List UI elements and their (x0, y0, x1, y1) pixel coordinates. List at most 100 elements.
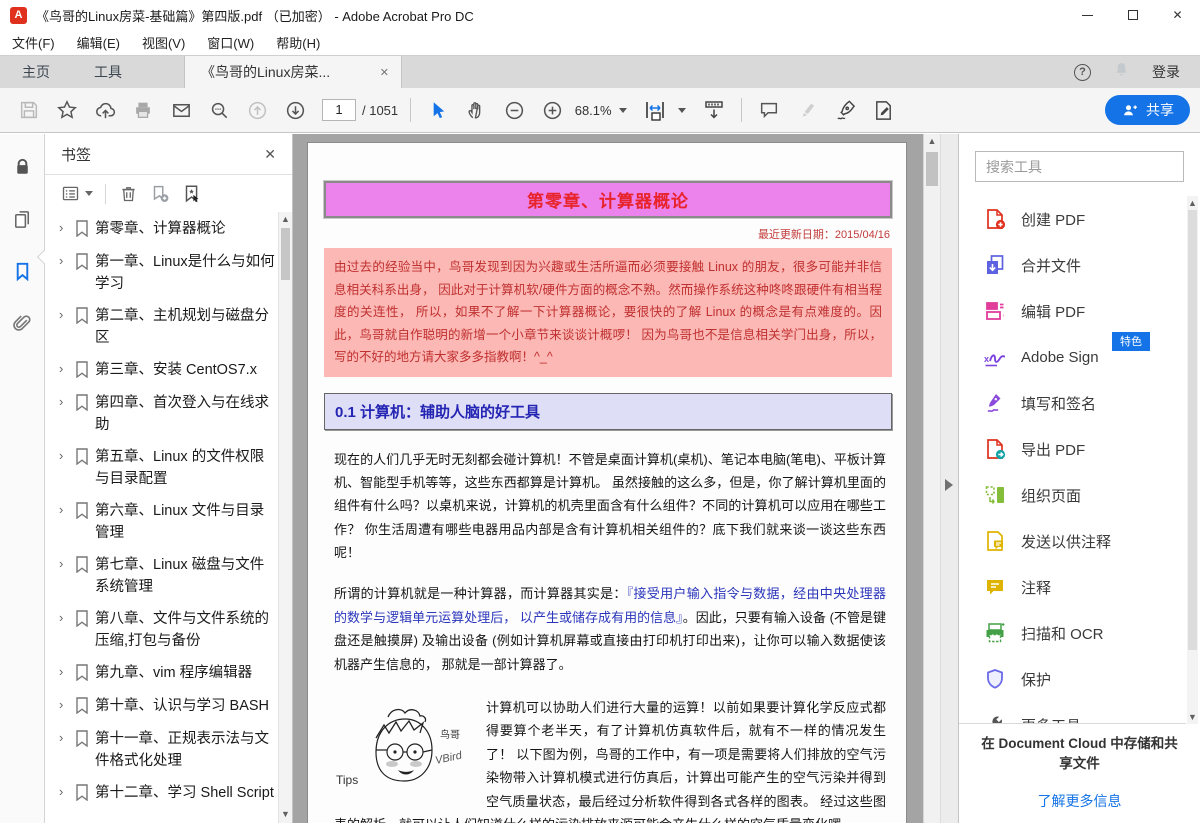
tool-send-for-comments[interactable]: 发送以供注释 (959, 518, 1186, 564)
scrollbar-thumb[interactable] (1188, 210, 1197, 650)
expand-chevron-icon[interactable]: › (59, 695, 75, 719)
bookmark-item[interactable]: › 第五章、Linux 的文件权限与目录配置 (59, 446, 276, 491)
bookmark-item[interactable]: › 第零章、计算器概论 (59, 218, 276, 242)
security-lock-icon[interactable] (11, 156, 34, 184)
search-tools-input[interactable] (975, 151, 1184, 182)
tab-home[interactable]: 主页 (0, 56, 72, 88)
tool-combine-files[interactable]: 合并文件 (959, 242, 1186, 288)
bookmark-settings-icon[interactable] (181, 183, 203, 205)
help-icon[interactable]: ? (1074, 64, 1091, 81)
expand-chevron-icon[interactable]: › (59, 608, 75, 653)
collapse-panel-arrow-icon[interactable] (945, 479, 953, 491)
cloud-upload-icon[interactable] (89, 94, 121, 126)
tool-organize-pages[interactable]: 组织页面 (959, 472, 1186, 518)
zoom-dropdown-caret-icon[interactable] (619, 108, 627, 113)
hand-tool-icon[interactable] (460, 94, 492, 126)
expand-chevron-icon[interactable]: › (59, 392, 75, 437)
fit-width-icon[interactable] (639, 94, 671, 126)
document-scrollbar[interactable]: ▲ (923, 134, 940, 823)
bookmarks-close-icon[interactable]: ✕ (264, 146, 276, 163)
bookmarks-options-icon[interactable] (60, 183, 93, 204)
bookmark-item[interactable]: › 第一章、Linux是什么与如何学习 (59, 251, 276, 296)
bookmark-item[interactable]: › 第八章、文件与文件系统的压缩,打包与备份 (59, 608, 276, 653)
page-thumbnails-icon[interactable] (11, 208, 34, 236)
tool-fill-sign[interactable]: 填写和签名 (959, 380, 1186, 426)
bookmark-item[interactable]: › 第四章、首次登入与在线求助 (59, 392, 276, 437)
expand-chevron-icon[interactable]: › (59, 305, 75, 350)
menu-file[interactable]: 文件(F) (12, 33, 55, 52)
fill-sign-icon[interactable] (867, 94, 899, 126)
add-bookmark-icon[interactable] (149, 183, 171, 205)
tools-panel-collapse-strip[interactable] (940, 134, 958, 823)
scroll-up-icon[interactable]: ▲ (924, 134, 940, 148)
bookmarks-panel-icon[interactable] (11, 260, 34, 288)
expand-chevron-icon[interactable]: › (59, 359, 75, 383)
sign-in-link[interactable]: 登录 (1152, 62, 1180, 82)
print-icon[interactable] (127, 94, 159, 126)
tab-document[interactable]: 《鸟哥的Linux房菜... ✕ (184, 56, 402, 88)
email-icon[interactable] (165, 94, 197, 126)
expand-chevron-icon[interactable]: › (59, 218, 75, 242)
minimize-button[interactable] (1065, 0, 1110, 30)
scroll-up-icon[interactable]: ▲ (279, 212, 292, 226)
zoom-level-value[interactable]: 68.1% (571, 103, 615, 118)
scrollbar-thumb[interactable] (926, 152, 938, 186)
bookmark-item[interactable]: › 第七章、Linux 磁盘与文件系统管理 (59, 554, 276, 599)
tool-export-pdf[interactable]: 导出 PDF (959, 426, 1186, 472)
save-icon[interactable] (13, 94, 45, 126)
expand-chevron-icon[interactable]: › (59, 554, 75, 599)
menu-window[interactable]: 窗口(W) (207, 33, 254, 52)
bookmarks-scrollbar[interactable]: ▲ ▼ (278, 212, 292, 823)
star-favorite-icon[interactable] (51, 94, 83, 126)
expand-chevron-icon[interactable]: › (59, 728, 75, 773)
menu-view[interactable]: 视图(V) (142, 33, 185, 52)
tool-scan-ocr[interactable]: 扫描和 OCR (959, 610, 1186, 656)
page-display-icon[interactable] (698, 94, 730, 126)
bookmark-item[interactable]: › 第十章、认识与学习 BASH (59, 695, 276, 719)
tool-more-tools[interactable]: 更多工具 (959, 702, 1186, 724)
notifications-bell-icon[interactable] (1113, 61, 1130, 83)
bookmark-item[interactable]: › 第二章、主机规划与磁盘分区 (59, 305, 276, 350)
page-number-input[interactable]: 1 (322, 99, 356, 121)
bookmark-item[interactable]: › 第十二章、学习 Shell Script (59, 782, 276, 806)
expand-chevron-icon[interactable]: › (59, 782, 75, 806)
bookmark-item[interactable]: › 第十一章、正规表示法与文件格式化处理 (59, 728, 276, 773)
scroll-down-icon[interactable]: ▼ (279, 807, 292, 821)
close-button[interactable]: ✕ (1155, 0, 1200, 30)
tool-edit-pdf[interactable]: 编辑 PDF (959, 288, 1186, 334)
share-button[interactable]: 共享 (1105, 95, 1190, 125)
comment-icon[interactable] (753, 94, 785, 126)
tool-protect[interactable]: 保护 (959, 656, 1186, 702)
scroll-down-icon[interactable]: ▼ (1187, 710, 1198, 724)
zoom-in-icon[interactable] (536, 94, 568, 126)
delete-bookmark-trash-icon[interactable] (118, 183, 139, 204)
expand-chevron-icon[interactable]: › (59, 500, 75, 545)
select-tool-icon[interactable] (422, 94, 454, 126)
tool-create-pdf[interactable]: 创建 PDF (959, 196, 1186, 242)
sign-pen-icon[interactable] (829, 94, 861, 126)
tools-scrollbar[interactable]: ▲ ▼ (1187, 196, 1198, 724)
expand-chevron-icon[interactable]: › (59, 251, 75, 296)
tab-tools[interactable]: 工具 (72, 56, 144, 88)
highlight-icon[interactable] (791, 94, 823, 126)
attachments-paperclip-icon[interactable] (11, 312, 34, 340)
tool-adobe-sign[interactable]: 特色 x Adobe Sign (959, 334, 1186, 380)
tab-close-icon[interactable]: ✕ (380, 66, 389, 79)
scroll-up-icon[interactable]: ▲ (1187, 196, 1198, 210)
previous-page-icon[interactable] (241, 94, 273, 126)
menu-help[interactable]: 帮助(H) (276, 33, 320, 52)
scrollbar-thumb[interactable] (281, 228, 290, 280)
bookmark-item[interactable]: › 第三章、安装 CentOS7.x (59, 359, 276, 383)
search-icon[interactable] (203, 94, 235, 126)
learn-more-link[interactable]: 了解更多信息 (979, 791, 1180, 811)
maximize-button[interactable] (1110, 0, 1155, 30)
tool-comment[interactable]: 注释 (959, 564, 1186, 610)
next-page-icon[interactable] (279, 94, 311, 126)
expand-chevron-icon[interactable]: › (59, 446, 75, 491)
zoom-out-icon[interactable] (498, 94, 530, 126)
bookmark-item[interactable]: › 第九章、vim 程序编辑器 (59, 662, 276, 686)
bookmark-item[interactable]: › 第六章、Linux 文件与目录管理 (59, 500, 276, 545)
fit-dropdown-caret-icon[interactable] (678, 108, 686, 113)
menu-edit[interactable]: 编辑(E) (77, 33, 120, 52)
expand-chevron-icon[interactable]: › (59, 662, 75, 686)
